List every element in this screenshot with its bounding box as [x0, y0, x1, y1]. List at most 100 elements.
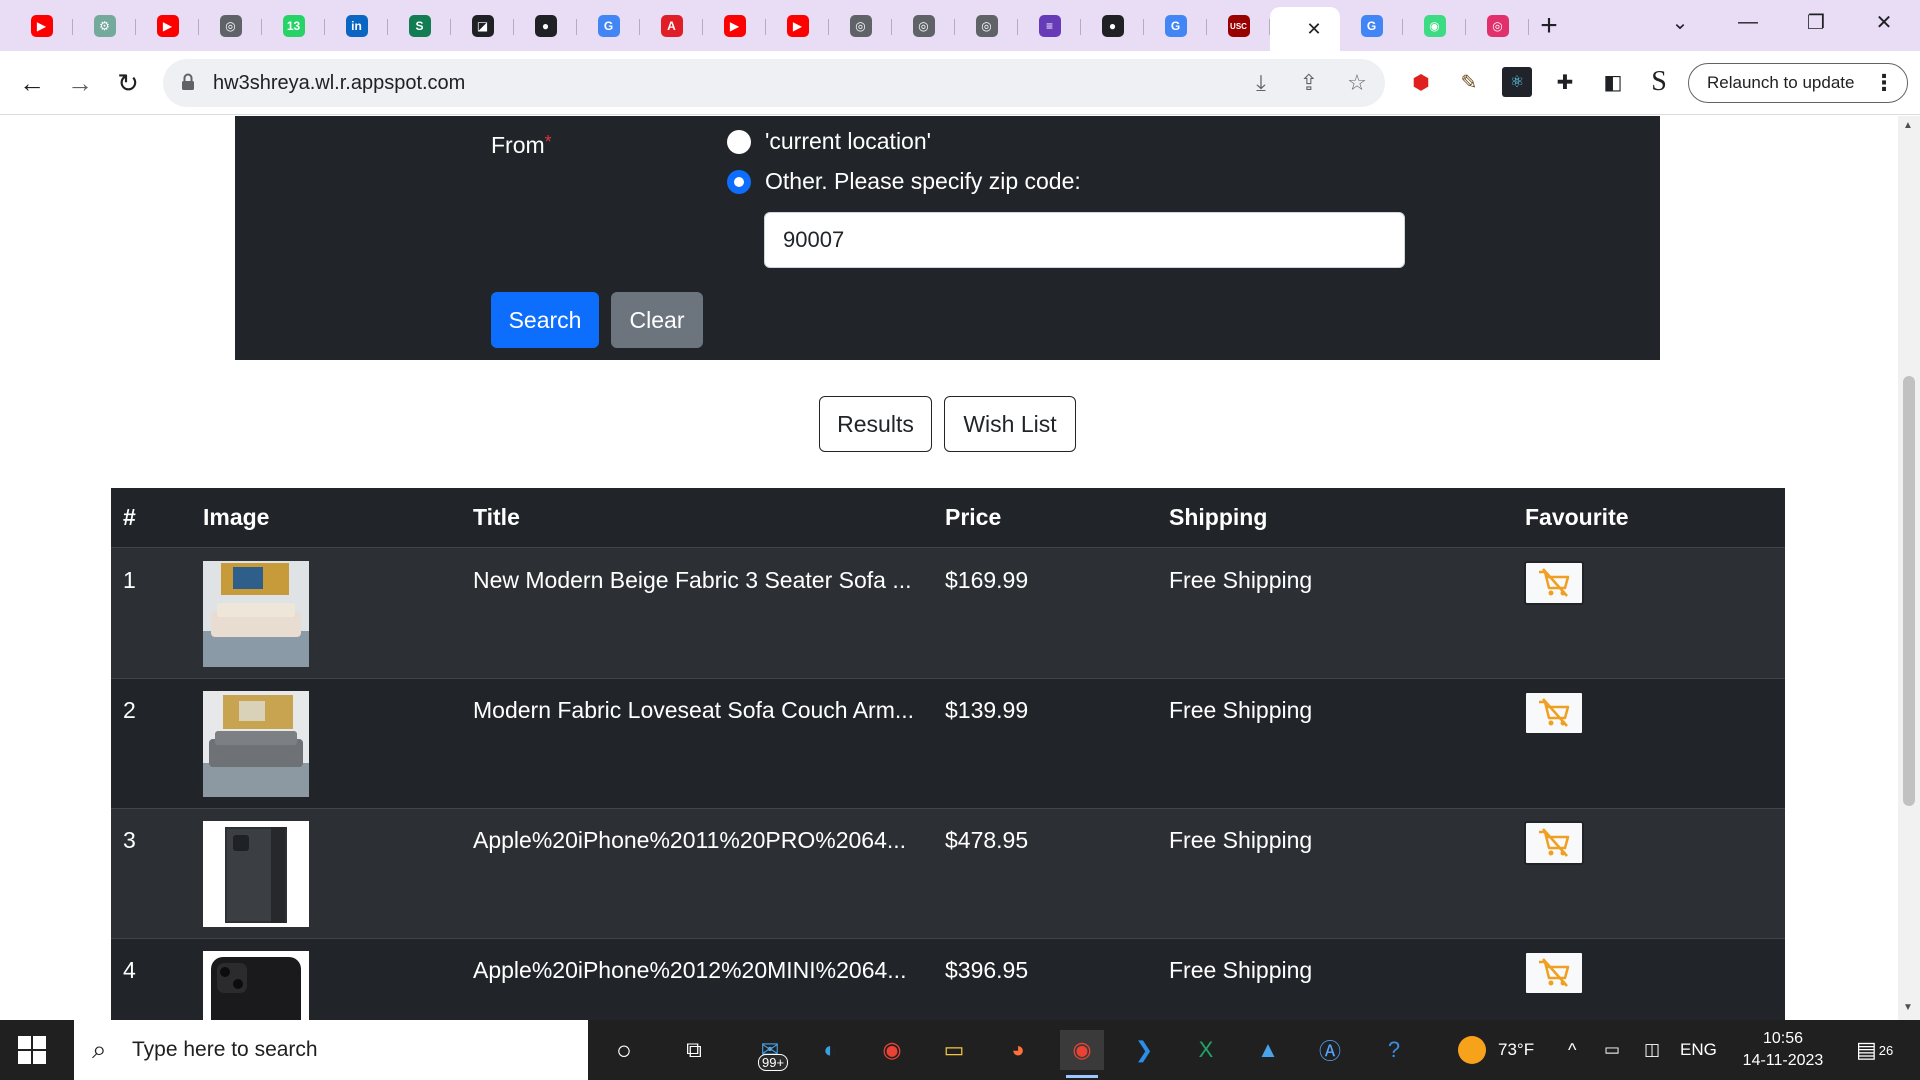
weather-temp: 73°F [1498, 1040, 1535, 1059]
weather-sun-icon [1458, 1036, 1486, 1064]
firefox-icon[interactable]: ◕ [996, 1030, 1040, 1070]
scroll-down-arrow-icon[interactable]: ▼ [1903, 1002, 1913, 1013]
photos-icon[interactable]: ▲ [1246, 1030, 1290, 1070]
add-to-wishlist-button[interactable] [1524, 821, 1584, 865]
active-browser-tab[interactable]: ✕ [1270, 7, 1340, 51]
radio-other-zip-input[interactable] [727, 169, 751, 194]
radio-current-location-input[interactable] [727, 129, 751, 154]
browser-tab[interactable]: ≡ [1018, 7, 1081, 45]
product-image-iphone-box[interactable] [203, 821, 309, 927]
task-view-icon[interactable]: ⧉ [672, 1030, 716, 1070]
browser-tab[interactable]: USC [1207, 7, 1270, 45]
browser-tab[interactable]: ⚙ [73, 7, 136, 45]
scrollbar-thumb[interactable] [1903, 376, 1915, 806]
weather-widget[interactable]: 73°F [1458, 1020, 1534, 1080]
browser-tab[interactable]: ◎ [199, 7, 262, 45]
browser-tab[interactable]: ◎ [829, 7, 892, 45]
battery-icon[interactable]: ▭ [1604, 1020, 1620, 1080]
row-title[interactable]: Modern Fabric Loveseat Sofa Couch Arm... [473, 697, 914, 724]
show-hidden-icons-chevron-icon[interactable]: ^ [1568, 1020, 1576, 1080]
system-clock[interactable]: 10:56 14-11-2023 [1728, 1028, 1838, 1072]
forward-icon[interactable]: → [62, 65, 98, 101]
browser-tab[interactable]: ◎ [955, 7, 1018, 45]
product-image-iphone-black[interactable] [203, 951, 309, 1020]
forms-icon: ≡ [1038, 15, 1061, 37]
lock-icon[interactable] [181, 73, 195, 91]
extension-badge-icon[interactable]: ✎ [1454, 67, 1484, 97]
browser-tab[interactable]: ▶ [703, 7, 766, 45]
remove-cart-icon [1539, 828, 1570, 857]
row-title[interactable]: New Modern Beige Fabric 3 Seater Sofa ..… [473, 567, 912, 594]
zip-code-input[interactable] [764, 212, 1405, 268]
language-indicator[interactable]: ENG [1680, 1020, 1717, 1080]
browser-tab[interactable]: in [325, 7, 388, 45]
chrome-active-icon[interactable]: ◉ [1060, 1030, 1104, 1078]
windows-start-icon[interactable] [18, 1036, 46, 1064]
close-window-icon[interactable]: ✕ [1854, 0, 1914, 44]
relaunch-button[interactable]: Relaunch to update ⋮ [1688, 63, 1908, 103]
browser-tab[interactable]: A [640, 7, 703, 45]
bookmark-star-icon[interactable]: ☆ [1343, 69, 1371, 97]
new-tab-plus-icon[interactable]: + [1529, 7, 1569, 45]
notifications-icon[interactable]: ▤ 26 [1856, 1020, 1893, 1080]
minimize-icon[interactable]: — [1718, 0, 1778, 44]
excel-icon[interactable]: X [1184, 1030, 1228, 1070]
extensions-puzzle-icon[interactable]: ✚ [1550, 67, 1580, 97]
radio-other-zip[interactable]: Other. Please specify zip code: [727, 168, 1081, 195]
back-icon[interactable]: ← [14, 65, 50, 101]
clear-button[interactable]: Clear [611, 292, 703, 348]
scroll-up-arrow-icon[interactable]: ▲ [1903, 120, 1913, 131]
reload-icon[interactable]: ↻ [110, 65, 146, 101]
browser-tab[interactable]: G [1144, 7, 1207, 45]
menu-dots-icon[interactable]: ⋮ [1873, 70, 1895, 96]
file-explorer-icon[interactable]: ▭ [932, 1030, 976, 1070]
browser-tab[interactable]: ● [514, 7, 577, 45]
chrome-icon[interactable]: ◉ [870, 1030, 914, 1070]
browser-tab[interactable]: ◎ [1466, 7, 1529, 45]
browser-tab[interactable]: S [388, 7, 451, 45]
browser-tab[interactable]: ▶ [766, 7, 829, 45]
address-bar[interactable]: hw3shreya.wl.r.appspot.com ⤓ ⇪ ☆ [163, 59, 1385, 107]
browser-tab[interactable]: ◉ [1403, 7, 1466, 45]
cortana-icon[interactable]: ○ [602, 1030, 646, 1070]
add-to-wishlist-button[interactable] [1524, 561, 1584, 605]
browser-tab[interactable]: ▶ [10, 7, 73, 45]
restore-icon[interactable]: ❐ [1786, 0, 1846, 44]
row-title[interactable]: Apple%20iPhone%2012%20MINI%2064... [473, 957, 906, 984]
page-scrollbar[interactable]: ▲ ▼ [1898, 116, 1920, 1020]
results-button[interactable]: Results [819, 396, 932, 452]
tab-search-chevron-icon[interactable]: ⌄ [1650, 0, 1710, 44]
browser-tab[interactable]: G [1340, 7, 1403, 45]
close-tab-icon[interactable]: ✕ [1306, 19, 1321, 40]
wishlist-button[interactable]: Wish List [944, 396, 1076, 452]
react-devtools-icon[interactable]: ⚛ [1502, 67, 1532, 97]
browser-tab[interactable]: ● [1081, 7, 1144, 45]
search-button[interactable]: Search [491, 292, 599, 348]
product-image-beige-sofa[interactable] [203, 561, 309, 667]
browser-tab[interactable]: G [577, 7, 640, 45]
browser-tab[interactable]: ◪ [451, 7, 514, 45]
page-viewport: From* 'current location' Other. Please s… [0, 116, 1898, 1020]
app-store-icon[interactable]: Ⓐ [1308, 1030, 1352, 1070]
taskbar-search-box[interactable]: ⌕ Type here to search [74, 1020, 588, 1080]
adblock-extension-icon[interactable]: ⬢ [1406, 67, 1436, 97]
browser-tab[interactable]: 13 [262, 7, 325, 45]
row-title[interactable]: Apple%20iPhone%2011%20PRO%2064... [473, 827, 906, 854]
side-panel-icon[interactable]: ◧ [1598, 67, 1628, 97]
add-to-wishlist-button[interactable] [1524, 691, 1584, 735]
add-to-wishlist-button[interactable] [1524, 951, 1584, 995]
browser-tab[interactable]: ▶ [136, 7, 199, 45]
install-icon[interactable]: ⤓ [1247, 69, 1275, 97]
browser-tab[interactable]: ◎ [892, 7, 955, 45]
radio-current-location[interactable]: 'current location' [727, 128, 931, 155]
network-icon[interactable]: ◫ [1644, 1020, 1660, 1080]
product-image-grey-sofa[interactable] [203, 691, 309, 797]
vscode-icon[interactable]: ❯ [1122, 1030, 1166, 1070]
mail-icon[interactable]: ✉ 99+ [748, 1030, 792, 1071]
profile-icon[interactable]: S [1644, 66, 1674, 97]
row-shipping: Free Shipping [1169, 697, 1313, 723]
help-icon[interactable]: ? [1372, 1030, 1416, 1070]
github-icon: ● [534, 15, 557, 37]
share-icon[interactable]: ⇪ [1295, 69, 1323, 97]
edge-icon[interactable]: ◐ [808, 1030, 852, 1070]
